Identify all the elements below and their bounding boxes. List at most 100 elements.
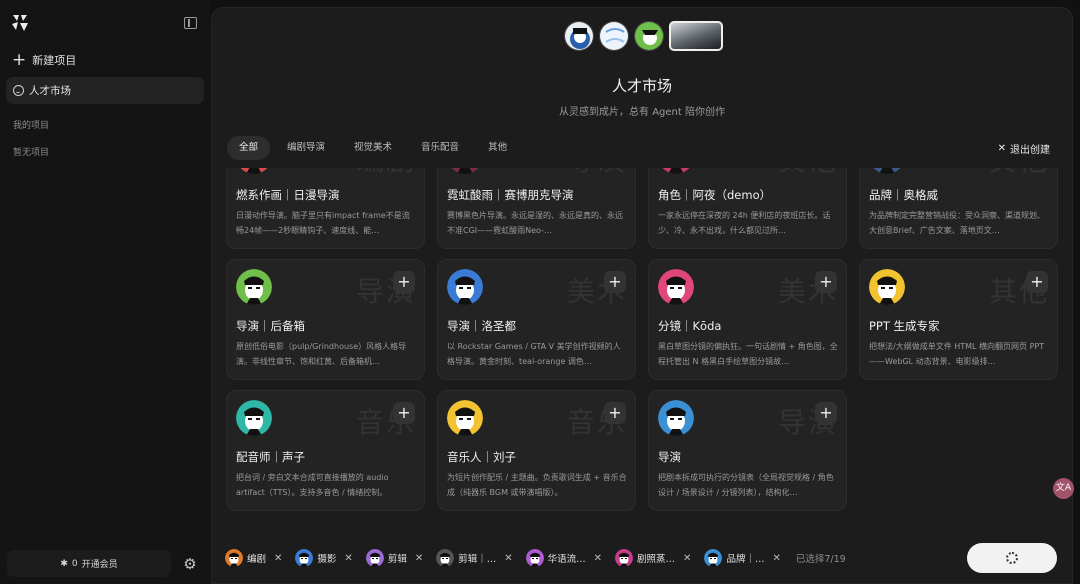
avatar	[225, 549, 243, 567]
selected-chips: 编剧 ✕ 摄影 ✕ 剪辑 ✕ 剪辑｜… ✕ 华语流… ✕ 剧照蒸… ✕ 品牌｜… ✕	[225, 549, 794, 567]
add-agent-button[interactable]: +	[604, 402, 626, 424]
app-logo-icon[interactable]	[9, 12, 31, 34]
new-project-button[interactable]: + 新建项目	[12, 51, 76, 69]
avatar	[599, 21, 629, 51]
tab-music-voice[interactable]: 音乐配音	[409, 136, 471, 160]
sidebar-collapse-icon[interactable]	[184, 17, 197, 29]
card-title: 音乐人｜刘子	[447, 450, 516, 464]
talent-card[interactable]: 音乐 + 音乐人｜刘子 为短片创作配乐 / 主题曲。负责歌词生成 + 音乐合成（纯器乐…	[437, 390, 636, 511]
selected-chip[interactable]: 剪辑 ✕	[365, 549, 423, 567]
add-agent-button[interactable]: +	[815, 402, 837, 424]
add-agent-button[interactable]: +	[604, 271, 626, 293]
tab-all[interactable]: 全部	[227, 136, 271, 160]
talent-card[interactable]: 其他+品牌｜奥格威为品牌制定完整营销战役：受众洞察、渠道规划、大创意Brief、…	[859, 168, 1058, 249]
card-title: 导演｜后备箱	[236, 319, 305, 333]
card-title: PPT 生成专家	[869, 319, 940, 333]
smile-icon	[13, 85, 24, 96]
header-avatars	[564, 21, 723, 51]
card-description: 日漫动作导演。脑子里只有impact frame不是流畅24帧——2秒眼睛钩子、…	[236, 211, 410, 235]
sidebar-item-talent-market[interactable]: 人才市场	[6, 77, 204, 104]
card-description: 把台词 / 旁白文本合成可直接播放的 audio artifact（TTS）。支…	[236, 473, 389, 497]
remove-chip-icon[interactable]: ✕	[772, 553, 780, 564]
selected-chip[interactable]: 编剧 ✕	[225, 549, 282, 567]
talent-card[interactable]: 美术 + 导演｜洛圣都以 Rockstar Games / GTA V 美学创作视频…	[437, 259, 636, 380]
avatar	[525, 549, 544, 567]
category-tabs: 全部 编剧导演 视觉美术 音乐配音 其他	[227, 136, 524, 160]
avatar	[615, 549, 634, 567]
avatar	[564, 21, 594, 51]
talent-card[interactable]: 美术 + 分镜｜Kōda 黑白草图分镜的偏执狂。一句话剧情 + 角色图，全程托管出 N…	[648, 259, 847, 380]
card-title: 配音师｜声子	[236, 450, 305, 464]
remove-chip-icon[interactable]: ✕	[683, 553, 691, 564]
avatar	[634, 21, 664, 51]
confirm-button[interactable]	[967, 543, 1057, 573]
remove-chip-icon[interactable]: ✕	[344, 553, 352, 564]
talent-card-grid: 编剧 + 燃系作画｜日漫导演日漫动作导演。脑子里只有impact frame不是流畅…	[226, 168, 1066, 526]
talent-card[interactable]: 导演+霓虹酸雨｜赛博朋克导演赛博黑色片导演。永远是湿的、永远是真的、永远不准CG…	[437, 168, 636, 249]
card-watermark: 导演	[567, 168, 627, 179]
remove-chip-icon[interactable]: ✕	[274, 553, 282, 564]
card-description: 黑白草图分镜的偏执狂。一句话剧情 + 角色图，全程托管出 N 格黑白手绘草图分镜…	[658, 342, 838, 366]
talent-card[interactable]: 编剧+燃系作画｜日漫导演日漫动作导演。脑子里只有impact frame不是流畅…	[226, 168, 425, 249]
plus-icon: +	[12, 50, 27, 70]
card-title: 燃系作画｜日漫导演	[236, 188, 340, 202]
avatar	[447, 168, 483, 174]
gear-icon[interactable]: ⚙	[181, 555, 199, 573]
card-description: 一家永远停在深夜的 24h 便利店的夜班店长。话少、冷、永不出戏，什么都见过所…	[658, 211, 831, 235]
chip-label: 编剧	[247, 554, 267, 565]
card-title: 分镜｜Kōda	[658, 319, 722, 333]
talent-card[interactable]: 导演 + 导演｜后备箱 原创低俗电影（pulp/Grindhouse）风格人格导演。非…	[226, 259, 425, 380]
avatar	[869, 168, 905, 174]
translate-icon[interactable]: 文A	[1053, 478, 1074, 499]
tab-visual-art[interactable]: 视觉美术	[342, 136, 404, 160]
tab-other[interactable]: 其他	[476, 136, 519, 160]
card-description: 为短片创作配乐 / 主题曲。负责歌词生成 + 音乐合成（纯器乐 BGM 或带演唱…	[447, 473, 627, 497]
exit-create-button[interactable]: ✕ 退出创建	[998, 141, 1050, 156]
selected-chip[interactable]: 品牌｜… ✕	[704, 549, 781, 567]
remove-chip-icon[interactable]: ✕	[504, 553, 512, 564]
remove-chip-icon[interactable]: ✕	[415, 553, 423, 564]
add-agent-button[interactable]: +	[393, 402, 415, 424]
vip-button[interactable]: ✱ 0 开通会员	[7, 550, 171, 577]
selected-chip[interactable]: 摄影 ✕	[295, 549, 353, 567]
no-projects-text: 暂无项目	[13, 148, 50, 158]
card-description: 把想法/大纲做成单文件 HTML 横向翻页网页 PPT——WebGL 动态背景、…	[869, 342, 1045, 366]
add-agent-button[interactable]: +	[815, 271, 837, 293]
selected-chip[interactable]: 剧照蒸… ✕	[615, 549, 691, 567]
card-description: 赛博黑色片导演。永远是湿的、永远是真的、永远不准CGI——霓虹酸雨Neo-…	[447, 211, 623, 235]
main-panel: 人才市场 从灵感到成片，总有 Agent 陪你创作 全部 编剧导演 视觉美术 音…	[211, 7, 1073, 584]
selected-count: 已选择7/19	[795, 554, 846, 565]
tab-writer-director[interactable]: 编剧导演	[275, 136, 337, 160]
chip-label: 剪辑	[387, 554, 407, 565]
add-agent-button[interactable]: +	[1026, 271, 1048, 293]
avatar	[436, 549, 455, 567]
chip-label: 剪辑｜…	[458, 554, 497, 565]
sidebar-item-label: 人才市场	[29, 85, 71, 97]
close-icon: ✕	[997, 143, 1006, 154]
selected-chip[interactable]: 剪辑｜… ✕	[436, 549, 513, 567]
loading-spinner-icon	[1006, 552, 1018, 564]
vip-label: 开通会员	[81, 560, 118, 570]
avatar	[365, 549, 384, 567]
card-description: 原创低俗电影（pulp/Grindhouse）风格人格导演。非线性章节、饱和红黄…	[236, 342, 407, 366]
talent-card[interactable]: 音乐 + 配音师｜声子 把台词 / 旁白文本合成可直接播放的 audio artifa…	[226, 390, 425, 511]
talent-card[interactable]: 导演 + 导演 把剧本拆成可执行的分镜表（全局视觉规格 / 角色设计 / 场景设计 /…	[648, 390, 847, 511]
card-description: 以 Rockstar Games / GTA V 美学创作视频的人格导演。黄金时…	[447, 342, 621, 366]
card-title: 角色｜阿夜（demo）	[658, 188, 772, 202]
add-agent-button[interactable]: +	[393, 271, 415, 293]
vip-count: 0	[71, 558, 78, 569]
card-description: 把剧本拆成可执行的分镜表（全局视觉规格 / 角色设计 / 场景设计 / 分镜列表…	[658, 473, 834, 497]
card-watermark: 编剧	[356, 168, 416, 179]
talent-card[interactable]: 其他 + PPT 生成专家 把想法/大纲做成单文件 HTML 横向翻页网页 PPT——…	[859, 259, 1058, 380]
avatar-selected	[669, 21, 723, 51]
talent-card[interactable]: 其他+角色｜阿夜（demo）一家永远停在深夜的 24h 便利店的夜班店长。话少、…	[648, 168, 847, 249]
remove-chip-icon[interactable]: ✕	[594, 553, 602, 564]
sidebar: + 新建项目 人才市场 我的项目 暂无项目 ✱ 0 开通会员 ⚙	[0, 0, 210, 584]
avatar	[236, 269, 272, 305]
avatar	[869, 269, 905, 305]
card-description: 为品牌制定完整营销战役：受众洞察、渠道规划、大创意Brief、广告文案、落地页文…	[869, 211, 1045, 235]
card-watermark: 其他	[778, 168, 838, 179]
card-title: 导演	[658, 450, 681, 464]
selected-chip[interactable]: 华语流… ✕	[525, 549, 602, 567]
card-title: 导演｜洛圣都	[447, 319, 516, 333]
